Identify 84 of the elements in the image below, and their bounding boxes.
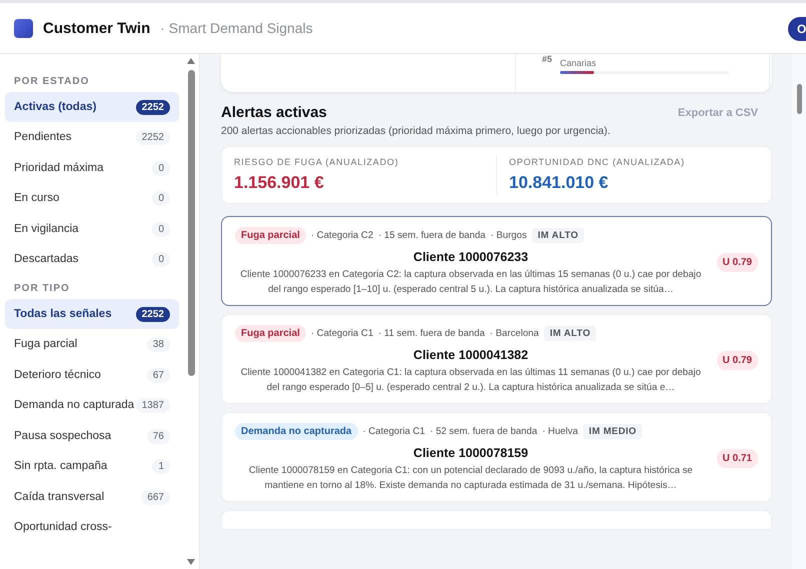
weeks-text: · 15 sem. fuera de banda (378, 230, 486, 241)
kpi-value: 10.841.010 € (509, 173, 610, 193)
count-badge: 2252 (136, 306, 170, 322)
city-text: · Barcelona (490, 328, 539, 339)
item-label: En vigilancia (14, 222, 79, 236)
alert-title: Cliente 1000078159 (413, 446, 528, 460)
weeks-text: · 11 sem. fuera de banda (378, 328, 485, 339)
category-text: · Categoria C1 (310, 328, 374, 339)
count-badge: 0 (152, 191, 170, 206)
item-label: En curso (14, 191, 60, 206)
count-badge: 667 (141, 490, 170, 504)
item-label: Pendientes (14, 130, 72, 145)
count-badge: 0 (152, 252, 170, 267)
section-title: Alertas activas (221, 104, 327, 121)
item-label: Todas las señales (14, 306, 112, 322)
city-text: · Burgos (490, 230, 527, 241)
alert-card[interactable] (221, 216, 772, 306)
section-heading: POR TIPO (13, 282, 71, 296)
sidebar-item[interactable]: Caída transversal 667 (5, 482, 179, 512)
scroll-down-icon[interactable] (187, 559, 195, 565)
city-text: · Huelva (542, 426, 578, 437)
category-text: · Categoria C1 (362, 426, 425, 437)
sidebar-item[interactable]: Oportunidad cross- (5, 512, 179, 542)
sidebar-item[interactable]: En vigilancia 0 (5, 214, 179, 244)
item-label: Descartadas (14, 252, 79, 267)
count-badge: 1387 (136, 398, 170, 413)
count-badge: 1 (152, 459, 170, 474)
item-label: Demanda no capturada (14, 398, 134, 413)
sidebar-item[interactable]: Pendientes 2252 (5, 122, 179, 152)
sidebar-item[interactable]: Demanda no capturada 1387 (5, 390, 179, 420)
app-logo-icon (14, 18, 33, 38)
count-badge: 67 (146, 368, 170, 382)
section-description: 200 alertas accionables priorizadas (prioridad máxima primero, luego por urgencia). (221, 125, 612, 137)
scrollbar-thumb[interactable] (796, 84, 802, 114)
weeks-text: · 52 sem. fuera de banda (430, 426, 538, 437)
sidebar-item[interactable]: Fuga parcial 38 (5, 330, 179, 360)
sidebar-item[interactable]: En curso 0 (5, 184, 179, 214)
kpi-label: OPORTUNIDAD DNC (ANUALIZADA) (509, 157, 686, 167)
sidebar-item[interactable]: Descartadas 0 (5, 244, 179, 274)
type-tag: Demanda no capturada (235, 423, 358, 440)
scroll-up-icon[interactable] (187, 58, 195, 64)
impact-tag: IM MEDIO (582, 424, 642, 439)
region-label: Canarias (560, 58, 598, 68)
item-label: Deterioro técnico (14, 368, 101, 382)
item-label: Prioridad máxima (14, 160, 104, 176)
alert-title: Cliente 1000076233 (413, 250, 528, 264)
count-badge: 0 (152, 160, 170, 176)
sidebar-item[interactable]: Pausa sospechosa 76 (5, 421, 179, 451)
count-badge: 76 (146, 428, 170, 444)
urgency-badge: U 0.79 (716, 252, 758, 272)
item-label: Fuga parcial (14, 337, 78, 352)
kpi-value: 1.156.901 € (234, 173, 325, 193)
sidebar-item[interactable]: Todas las señales 2252 (5, 299, 179, 329)
count-badge: 2252 (136, 130, 170, 145)
alert-title: Cliente 1000041382 (413, 348, 528, 362)
sidebar-item[interactable]: Prioridad máxima 0 (5, 153, 179, 183)
impact-tag: IM ALTO (532, 228, 584, 243)
alert-description: Cliente 1000078159 en Categoria C1: con un potencial declarado de 9093 u./año, la captura histórica se mantiene en torno al 18%. Existe demanda no capturada estimada de 31 u./semana. Hipótesis… (248, 464, 694, 493)
impact-tag: IM ALTO (544, 326, 596, 341)
count-badge: 0 (152, 222, 170, 236)
app-subtitle: · Smart Demand Signals (160, 20, 313, 36)
type-tag: Fuga parcial (235, 325, 306, 342)
type-tag: Fuga parcial (235, 227, 306, 244)
count-badge: 38 (146, 337, 170, 352)
header-button[interactable]: O (788, 17, 806, 41)
item-label: Oportunidad cross- (14, 520, 112, 535)
alert-description: Cliente 1000041382 en Categoria C1: la captura observada en las últimas 11 semanas (0 u.) cae por debajo del rango esperado [0–5] u. (esperado central 2 u.). La captura histórica anualizada se sitúa e… (240, 366, 702, 395)
rank-number: #5 (542, 54, 552, 66)
category-text: · Categoria C2 (310, 230, 374, 241)
app-title: Customer Twin (43, 20, 150, 36)
sidebar-item[interactable]: Sin rpta. campaña 1 (5, 452, 179, 482)
item-label: Caída transversal (14, 490, 104, 504)
sidebar-item[interactable]: Activas (todas) 2252 (5, 92, 179, 122)
section-heading: POR ESTADO (13, 75, 90, 89)
item-label: Pausa sospechosa (14, 428, 112, 444)
kpi-label: RIESGO DE FUGA (ANUALIZADO) (234, 157, 400, 167)
sidebar-item[interactable]: Deterioro técnico 67 (5, 360, 179, 390)
item-label: Activas (todas) (14, 100, 96, 114)
count-badge: 2252 (136, 100, 170, 114)
urgency-badge: U 0.71 (716, 448, 758, 468)
alert-description: Cliente 1000076233 en Categoria C2: la captura observada en las últimas 15 semanas (0 u.) cae por debajo del rango esperado [1–10] u. (esperado central 5 u.). La captura histórica anualizada se sitúa… (239, 268, 702, 297)
item-label: Sin rpta. campaña (14, 459, 108, 474)
urgency-badge: U 0.79 (716, 350, 758, 370)
scrollbar-thumb[interactable] (188, 70, 194, 376)
